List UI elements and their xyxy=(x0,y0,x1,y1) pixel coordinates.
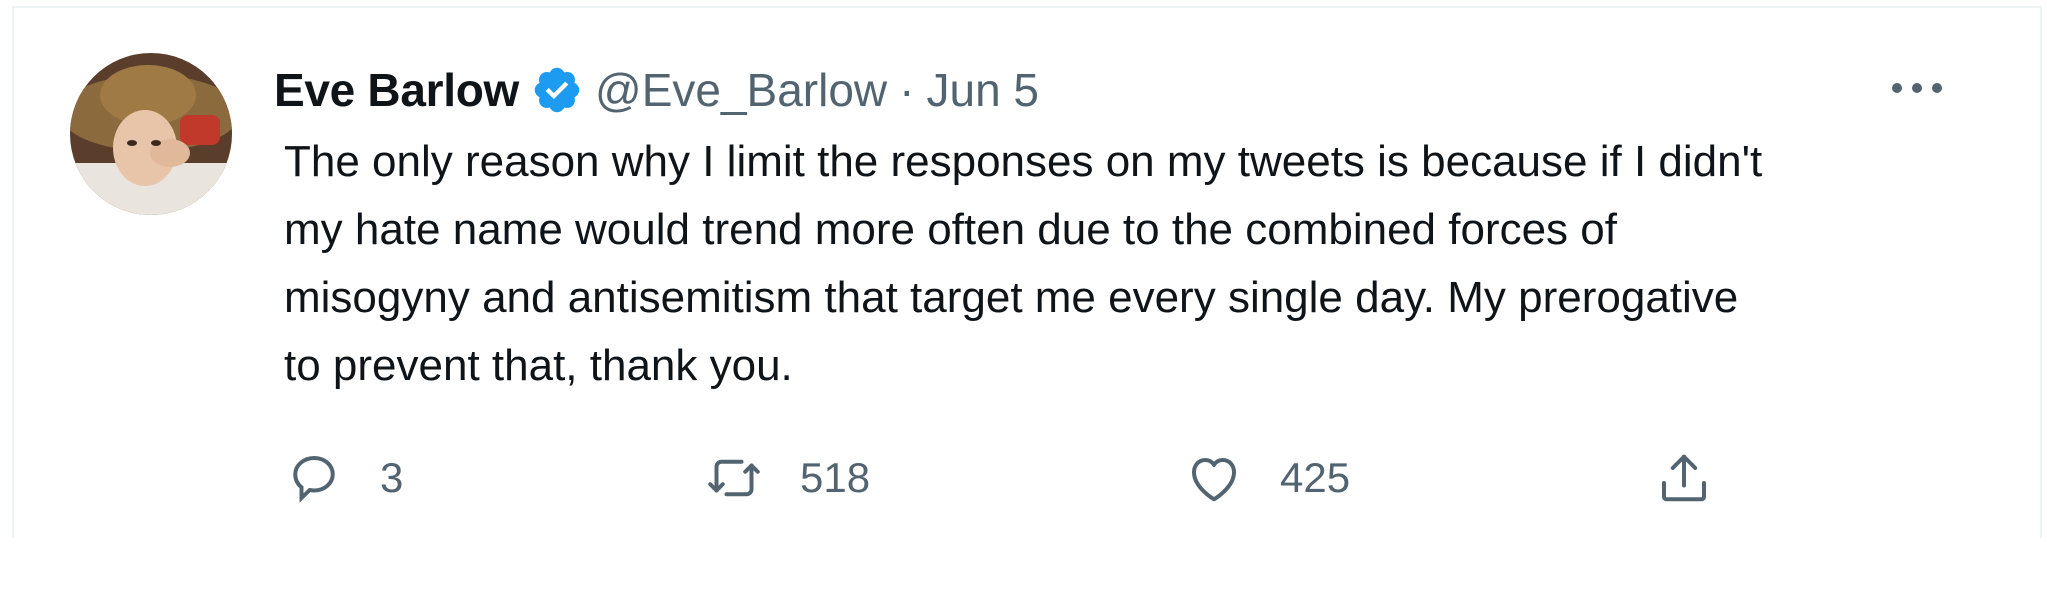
retweet-button[interactable]: 518 xyxy=(704,438,870,518)
more-options-button[interactable] xyxy=(1882,68,1952,108)
tweet-header: Eve Barlow @Eve_Barlow · Jun 5 xyxy=(274,60,1039,120)
like-count: 425 xyxy=(1280,454,1351,501)
retweet-count: 518 xyxy=(800,454,871,501)
share-button[interactable] xyxy=(1654,438,1714,518)
more-horizontal-icon xyxy=(1892,83,1942,93)
avatar[interactable] xyxy=(70,53,232,215)
reply-button[interactable]: 3 xyxy=(284,438,403,518)
reply-bubble-icon xyxy=(284,448,344,508)
header-separator: · xyxy=(899,64,915,116)
reply-count: 3 xyxy=(380,454,404,501)
tweet-date[interactable]: Jun 5 xyxy=(926,63,1039,117)
share-upload-icon xyxy=(1654,448,1714,508)
author-display-name[interactable]: Eve Barlow xyxy=(274,63,519,117)
retweet-icon xyxy=(704,448,764,508)
like-button[interactable]: 425 xyxy=(1184,438,1350,518)
tweet-actions: 3 518 425 xyxy=(284,438,1764,518)
tweet-text: The only reason why I limit the response… xyxy=(284,137,1763,390)
verified-badge-icon xyxy=(531,64,583,116)
tweet-card[interactable]: Eve Barlow @Eve_Barlow · Jun 5 The only … xyxy=(12,6,2042,538)
avatar-image xyxy=(70,53,232,215)
author-handle[interactable]: @Eve_Barlow xyxy=(595,63,887,117)
heart-icon xyxy=(1184,448,1244,508)
